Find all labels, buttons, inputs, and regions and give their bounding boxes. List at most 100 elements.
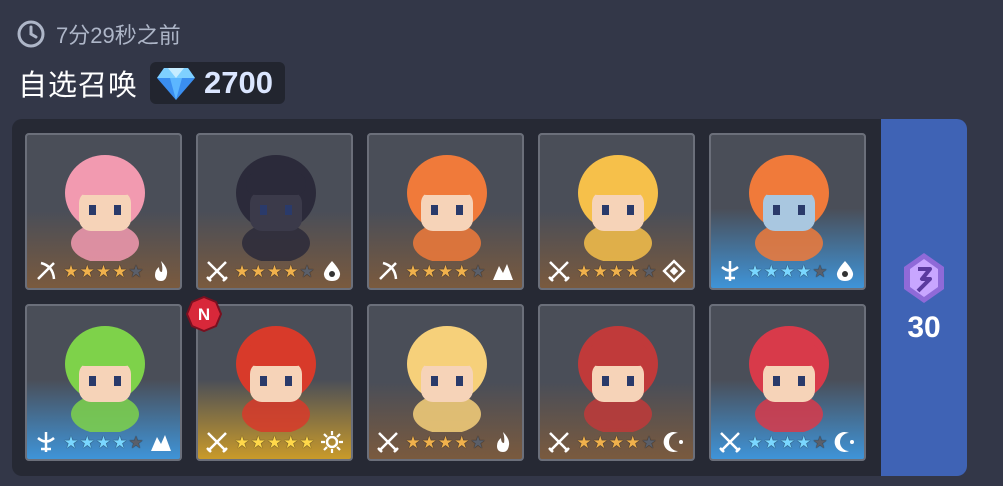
star-icon: ★ bbox=[266, 261, 283, 281]
dark-element-icon bbox=[663, 432, 683, 452]
hero-info-bar: ★ ★ ★ ★ ★ bbox=[711, 254, 864, 288]
star-icon: ★ bbox=[437, 261, 454, 281]
star-rating: ★ ★ ★ ★ ★ bbox=[63, 263, 143, 280]
star-icon: ★ bbox=[437, 432, 454, 452]
hero-card[interactable]: ★ ★ ★ ★ ★ bbox=[25, 133, 182, 290]
hero-selection-panel: ★ ★ ★ ★ ★ ★ ★ ★ ★ ★ ★ ★ ★ ★ ★ ★ ★ ★ ★ ★ ★ ★ ★ ★ ★ ★ ★ ★ ★ ★ ★ ★ ★ ★ ★ N ★ ★ ★ ★… bbox=[12, 119, 967, 476]
star-icon: ★ bbox=[95, 261, 112, 281]
hero-card[interactable]: ★ ★ ★ ★ ★ N bbox=[186, 296, 353, 461]
star-icon: ★ bbox=[608, 432, 625, 452]
new-badge-label: N bbox=[198, 305, 210, 324]
star-icon: ★ bbox=[299, 261, 315, 281]
hero-card-frame: ★ ★ ★ ★ ★ bbox=[538, 133, 695, 290]
star-icon: ★ bbox=[405, 432, 421, 452]
star-icon: ★ bbox=[128, 261, 144, 281]
hero-info-bar: ★ ★ ★ ★ ★ bbox=[198, 425, 351, 459]
hero-card-frame: ★ ★ ★ ★ ★ bbox=[196, 133, 353, 290]
hero-portrait bbox=[749, 326, 829, 432]
sword-class-icon bbox=[377, 432, 399, 453]
star-icon: ★ bbox=[128, 432, 144, 452]
hero-portrait bbox=[65, 326, 145, 432]
hero-card[interactable]: ★ ★ ★ ★ ★ bbox=[196, 133, 353, 290]
star-icon: ★ bbox=[250, 432, 266, 452]
hero-portrait bbox=[236, 155, 316, 261]
sword-class-icon bbox=[548, 261, 570, 282]
star-icon: ★ bbox=[796, 432, 812, 452]
star-rating: ★ ★ ★ ★ ★ bbox=[576, 434, 656, 451]
hero-card[interactable]: ★ ★ ★ ★ ★ bbox=[367, 304, 524, 461]
hero-card[interactable]: ★ ★ ★ ★ ★ bbox=[538, 304, 695, 461]
star-icon: ★ bbox=[576, 261, 592, 281]
hero-card[interactable]: ★ ★ ★ ★ ★ bbox=[709, 133, 866, 290]
hero-portrait bbox=[236, 326, 316, 432]
star-rating: ★ ★ ★ ★ ★ bbox=[576, 263, 656, 280]
star-icon: ★ bbox=[234, 432, 250, 452]
star-icon: ★ bbox=[250, 261, 266, 281]
star-icon: ★ bbox=[454, 261, 470, 281]
star-icon: ★ bbox=[763, 261, 779, 281]
star-icon: ★ bbox=[283, 432, 299, 452]
hero-card[interactable]: ★ ★ ★ ★ ★ bbox=[538, 133, 695, 290]
hero-info-bar: ★ ★ ★ ★ ★ bbox=[711, 425, 864, 459]
hero-grid: ★ ★ ★ ★ ★ ★ ★ ★ ★ ★ ★ ★ ★ ★ ★ ★ ★ ★ ★ ★ ★ ★ ★ ★ ★ ★ ★ ★ ★ ★ ★ ★ ★ ★ ★ N ★ ★ ★ ★… bbox=[25, 133, 866, 461]
star-rating: ★ ★ ★ ★ ★ bbox=[747, 434, 827, 451]
summon-timestamp: 7分29秒之前 bbox=[16, 18, 181, 50]
star-rating: ★ ★ ★ ★ ★ bbox=[63, 434, 143, 451]
hero-portrait bbox=[578, 326, 658, 432]
star-icon: ★ bbox=[63, 261, 79, 281]
support-class-icon bbox=[721, 261, 739, 281]
light-element-icon bbox=[321, 431, 343, 453]
hero-card-frame: ★ ★ ★ ★ ★ bbox=[709, 133, 866, 290]
star-icon: ★ bbox=[779, 432, 796, 452]
sword-class-icon bbox=[206, 432, 228, 453]
star-icon: ★ bbox=[812, 432, 828, 452]
hero-info-bar: ★ ★ ★ ★ ★ bbox=[540, 254, 693, 288]
star-icon: ★ bbox=[747, 432, 763, 452]
hero-portrait bbox=[407, 326, 487, 432]
star-icon: ★ bbox=[421, 432, 437, 452]
star-rating: ★ ★ ★ ★ ★ bbox=[747, 263, 827, 280]
star-icon: ★ bbox=[454, 432, 470, 452]
star-icon: ★ bbox=[641, 432, 657, 452]
hero-portrait bbox=[578, 155, 658, 261]
new-badge: N bbox=[186, 296, 222, 332]
star-icon: ★ bbox=[470, 261, 486, 281]
star-icon: ★ bbox=[779, 261, 796, 281]
star-icon: ★ bbox=[405, 261, 421, 281]
star-icon: ★ bbox=[63, 432, 79, 452]
star-icon: ★ bbox=[592, 261, 608, 281]
hero-card-frame: ★ ★ ★ ★ ★ bbox=[367, 304, 524, 461]
star-icon: ★ bbox=[234, 261, 250, 281]
ticket-tab[interactable]: 30 bbox=[881, 119, 967, 476]
gem-cost: 2700 bbox=[150, 62, 285, 104]
earth-element-icon bbox=[151, 435, 171, 451]
fire-element-icon bbox=[155, 261, 168, 281]
star-icon: ★ bbox=[812, 261, 828, 281]
page-title: 自选召唤 bbox=[18, 70, 139, 102]
hero-card[interactable]: ★ ★ ★ ★ ★ bbox=[25, 304, 182, 461]
star-rating: ★ ★ ★ ★ ★ bbox=[234, 263, 314, 280]
star-rating: ★ ★ ★ ★ ★ bbox=[234, 434, 314, 451]
star-icon: ★ bbox=[79, 432, 95, 452]
star-icon: ★ bbox=[112, 261, 128, 281]
timestamp-text: 7分29秒之前 bbox=[56, 23, 181, 48]
hero-info-bar: ★ ★ ★ ★ ★ bbox=[540, 425, 693, 459]
star-icon: ★ bbox=[95, 432, 112, 452]
hero-portrait bbox=[65, 155, 145, 261]
summon-ticket-icon bbox=[904, 252, 944, 303]
summon-header: 自选召唤 2700 bbox=[18, 62, 285, 104]
diamond-gem-icon bbox=[157, 68, 196, 100]
hero-card[interactable]: ★ ★ ★ ★ ★ bbox=[367, 133, 524, 290]
star-icon: ★ bbox=[421, 261, 437, 281]
hero-card[interactable]: ★ ★ ★ ★ ★ bbox=[709, 304, 866, 461]
star-icon: ★ bbox=[763, 432, 779, 452]
hero-card-frame: ★ ★ ★ ★ ★ bbox=[25, 133, 182, 290]
gem-count: 2700 bbox=[204, 65, 273, 100]
hero-card-frame: ★ ★ ★ ★ ★ bbox=[25, 304, 182, 461]
star-icon: ★ bbox=[796, 261, 812, 281]
hero-portrait bbox=[407, 155, 487, 261]
star-icon: ★ bbox=[747, 261, 763, 281]
clock-icon bbox=[17, 20, 45, 48]
bow-class-icon bbox=[379, 261, 398, 280]
star-icon: ★ bbox=[283, 261, 299, 281]
